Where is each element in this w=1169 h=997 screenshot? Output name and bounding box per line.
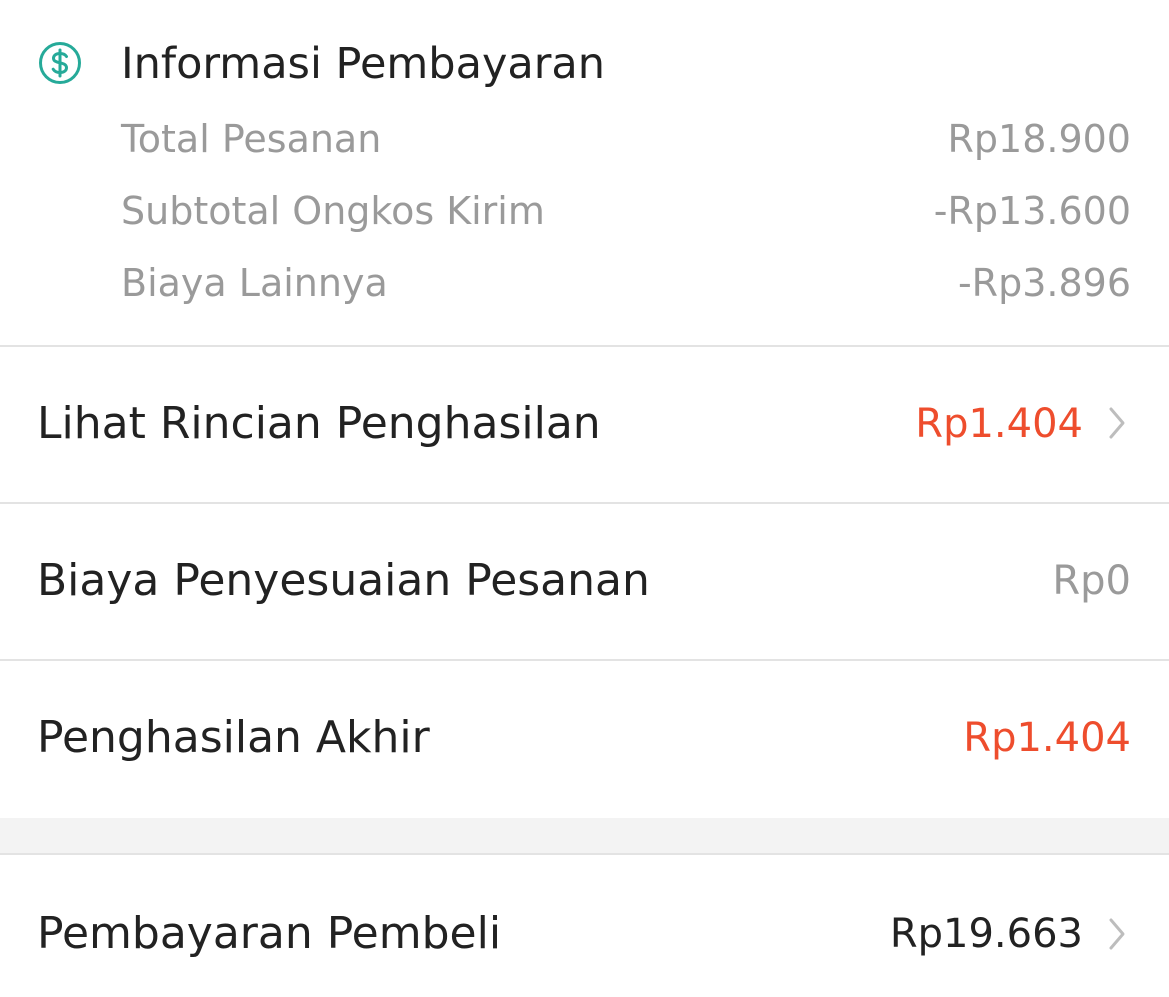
shipping-subtotal-value: -Rp13.600	[933, 189, 1131, 233]
order-total-value: Rp18.900	[947, 117, 1132, 161]
order-adjustment-label: Biaya Penyesuaian Pesanan	[37, 555, 650, 606]
income-detail-label: Lihat Rincian Penghasilan	[37, 398, 601, 449]
other-fees-label: Biaya Lainnya	[121, 261, 388, 305]
buyer-payment-label: Pembayaran Pembeli	[37, 908, 502, 959]
dollar-circle-icon	[39, 42, 81, 84]
order-total-label: Total Pesanan	[121, 117, 382, 161]
chevron-right-icon	[1109, 918, 1125, 950]
income-detail-value: Rp1.404	[915, 401, 1083, 447]
other-fees-value: -Rp3.896	[957, 261, 1131, 305]
chevron-right-icon	[1109, 407, 1125, 439]
final-income-label: Penghasilan Akhir	[37, 712, 430, 763]
shipping-subtotal-row: Subtotal Ongkos Kirim -Rp13.600	[121, 186, 1131, 236]
payment-info-section: Informasi Pembayaran Total Pesanan Rp18.…	[0, 0, 1169, 345]
income-detail-row[interactable]: Lihat Rincian Penghasilan Rp1.404	[0, 347, 1169, 502]
final-income-row: Penghasilan Akhir Rp1.404	[0, 661, 1169, 818]
shipping-subtotal-label: Subtotal Ongkos Kirim	[121, 189, 545, 233]
order-total-row: Total Pesanan Rp18.900	[121, 114, 1131, 164]
final-income-value: Rp1.404	[963, 715, 1131, 761]
section-gap	[0, 818, 1169, 854]
buyer-payment-row[interactable]: Pembayaran Pembeli Rp19.663	[0, 855, 1169, 997]
order-adjustment-value: Rp0	[1052, 558, 1131, 604]
order-adjustment-row: Biaya Penyesuaian Pesanan Rp0	[0, 504, 1169, 659]
other-fees-row: Biaya Lainnya -Rp3.896	[121, 258, 1131, 308]
buyer-payment-value: Rp19.663	[889, 911, 1083, 957]
payment-info-title: Informasi Pembayaran	[121, 39, 606, 89]
